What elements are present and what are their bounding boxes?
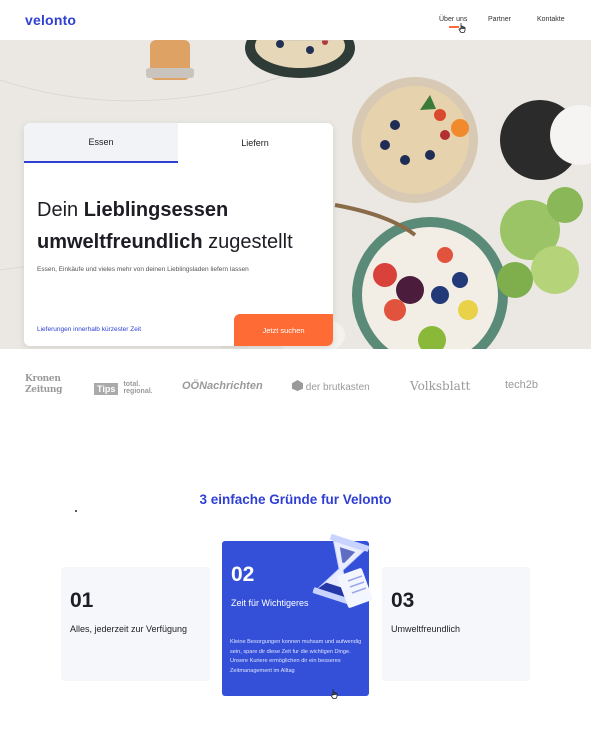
logo-volksblatt: Volksblatt xyxy=(410,379,471,393)
logo-kronen-zeitung: Kronen Zeitung xyxy=(25,374,63,395)
reason-description: Kleine Besorgungen konnen muhsam und auf… xyxy=(230,639,362,674)
logo-tech2b: tech2b xyxy=(505,379,539,391)
tab-essen[interactable]: Essen xyxy=(24,123,178,163)
site-header: velonto Über uns Partner Kontakte xyxy=(0,0,591,40)
reason-label: Zeit für Wichtigeres xyxy=(231,598,309,608)
nav-kontakte[interactable]: Kontakte xyxy=(537,16,565,23)
brutkasten-icon xyxy=(292,380,303,391)
reason-number: 02 xyxy=(231,563,255,586)
reason-number: 01 xyxy=(70,589,94,612)
reason-label: Alles, jederzeit zur Verfügung xyxy=(70,624,188,634)
logo[interactable]: velonto xyxy=(25,12,76,28)
search-button[interactable]: Jetzt suchen xyxy=(234,314,333,346)
reasons-title: 3 einfache Gründe fur Velonto xyxy=(199,492,392,507)
hourglass-icon xyxy=(312,534,372,608)
decorative-dot xyxy=(75,510,77,512)
reason-card-3[interactable]: 03 Umweltfreundlich xyxy=(382,567,530,681)
delivery-link[interactable]: Lieferungen innerhalb kürzester Zeit xyxy=(37,326,141,333)
reason-number: 03 xyxy=(391,589,415,612)
search-card: Essen Liefern Dein Lieblingsessen umwelt… xyxy=(24,123,333,346)
logo-tips: Tips total. regional. xyxy=(94,377,153,396)
nav-partner[interactable]: Partner xyxy=(488,16,511,23)
hero-subtext: Essen, Einkäufe und vieles mehr von dein… xyxy=(37,266,249,273)
reason-label: Umweltfreundlich xyxy=(391,624,461,634)
hand-cursor-icon xyxy=(330,689,338,699)
logo-oon: OÖNachrichten xyxy=(182,380,263,392)
hero-section: Essen Liefern Dein Lieblingsessen umwelt… xyxy=(0,40,591,349)
logo-brutkasten: der brutkasten xyxy=(292,380,370,393)
reason-card-2[interactable]: 02 Zeit für Wichtigeres Kleine Besorgung… xyxy=(222,534,372,699)
hero-headline: Dein Lieblingsessen umweltfreundlich zug… xyxy=(37,199,293,253)
tab-liefern[interactable]: Liefern xyxy=(178,123,332,163)
reason-card-1[interactable]: 01 Alles, jederzeit zur Verfügung xyxy=(61,567,210,681)
hand-cursor-icon xyxy=(458,23,466,33)
